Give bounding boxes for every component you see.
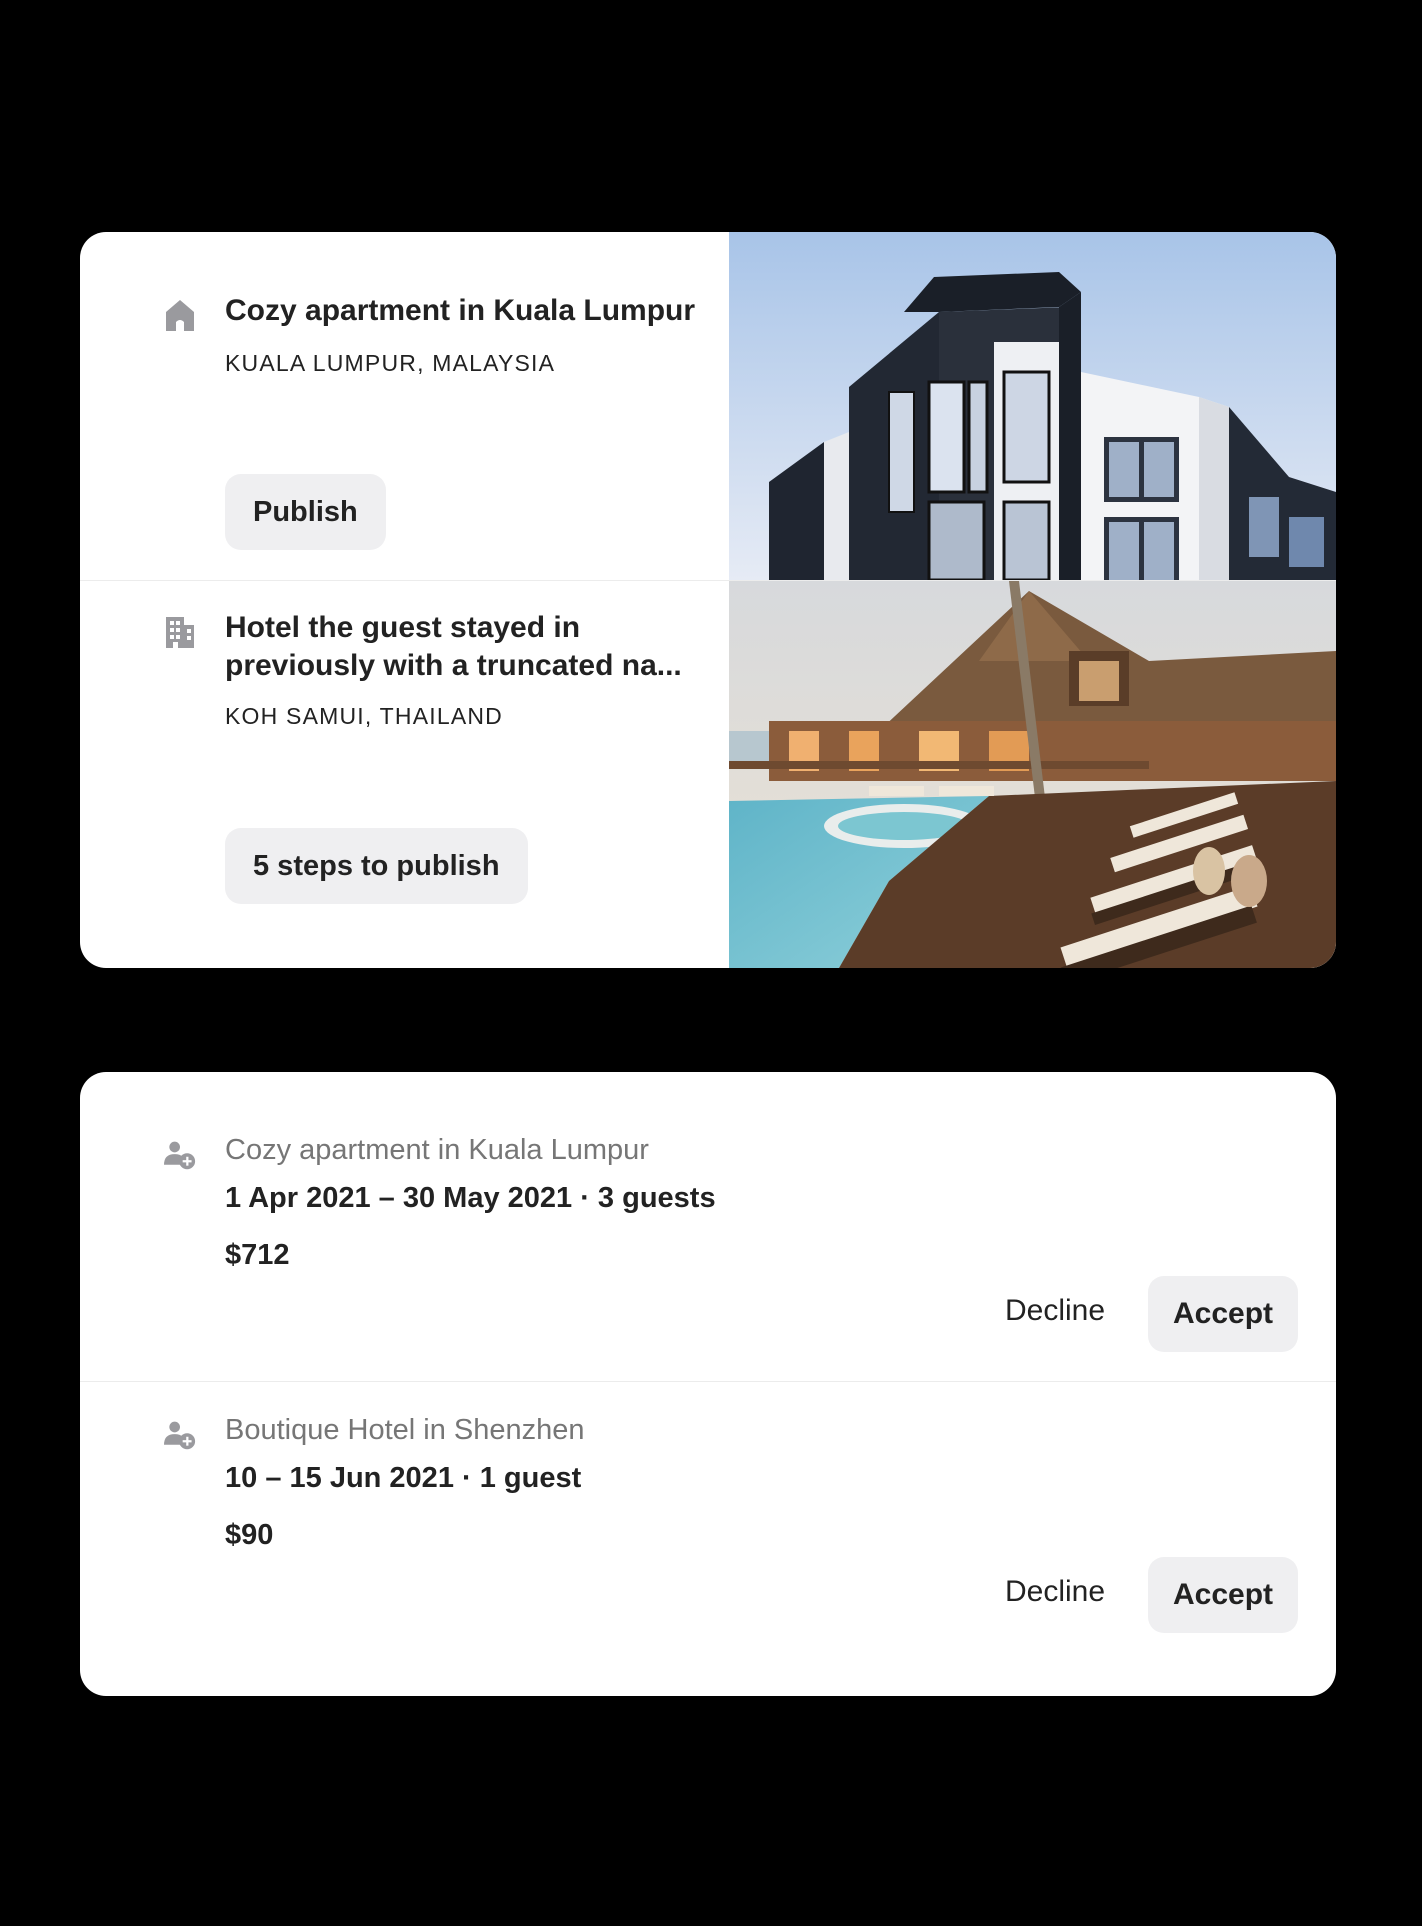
request-listing-name: Boutique Hotel in Shenzhen	[225, 1414, 585, 1446]
booking-request-row: Cozy apartment in Kuala Lumpur 1 Apr 202…	[80, 1072, 1336, 1381]
listing-title: Hotel the guest stayed in previously wit…	[225, 611, 682, 682]
listing-location: KOH SAMUI, THAILAND	[225, 703, 503, 729]
listing-row[interactable]: Hotel the guest stayed in previously wit…	[80, 581, 1336, 968]
accept-button[interactable]: Accept	[1148, 1557, 1298, 1633]
decline-button[interactable]: Decline	[1005, 1294, 1105, 1328]
listing-row[interactable]: Cozy apartment in Kuala Lumpur KUALA LUM…	[80, 232, 1336, 580]
publish-button[interactable]: Publish	[225, 474, 386, 550]
decline-button[interactable]: Decline	[1005, 1575, 1105, 1609]
request-dates-guests: 10 – 15 Jun 2021 · 1 guest	[225, 1462, 582, 1494]
house-icon	[166, 300, 194, 331]
person-add-icon	[164, 1421, 196, 1450]
listing-location: KUALA LUMPUR, MALAYSIA	[225, 350, 556, 376]
accept-button[interactable]: Accept	[1148, 1276, 1298, 1352]
person-add-icon	[164, 1141, 196, 1170]
request-dates-guests: 1 Apr 2021 – 30 May 2021 · 3 guests	[225, 1182, 716, 1214]
modern-apartment-building-photo	[729, 232, 1336, 580]
request-price: $712	[225, 1239, 290, 1271]
hotel-building-icon	[166, 617, 194, 648]
request-price: $90	[225, 1519, 274, 1551]
booking-request-row: Boutique Hotel in Shenzhen 10 – 15 Jun 2…	[80, 1382, 1336, 1696]
resort-pool-photo	[729, 581, 1336, 968]
listing-title: Cozy apartment in Kuala Lumpur	[225, 294, 696, 327]
listings-card: Cozy apartment in Kuala Lumpur KUALA LUM…	[80, 232, 1336, 968]
booking-requests-card: Cozy apartment in Kuala Lumpur 1 Apr 202…	[80, 1072, 1336, 1696]
request-listing-name: Cozy apartment in Kuala Lumpur	[225, 1134, 649, 1166]
steps-to-publish-button[interactable]: 5 steps to publish	[225, 828, 528, 904]
